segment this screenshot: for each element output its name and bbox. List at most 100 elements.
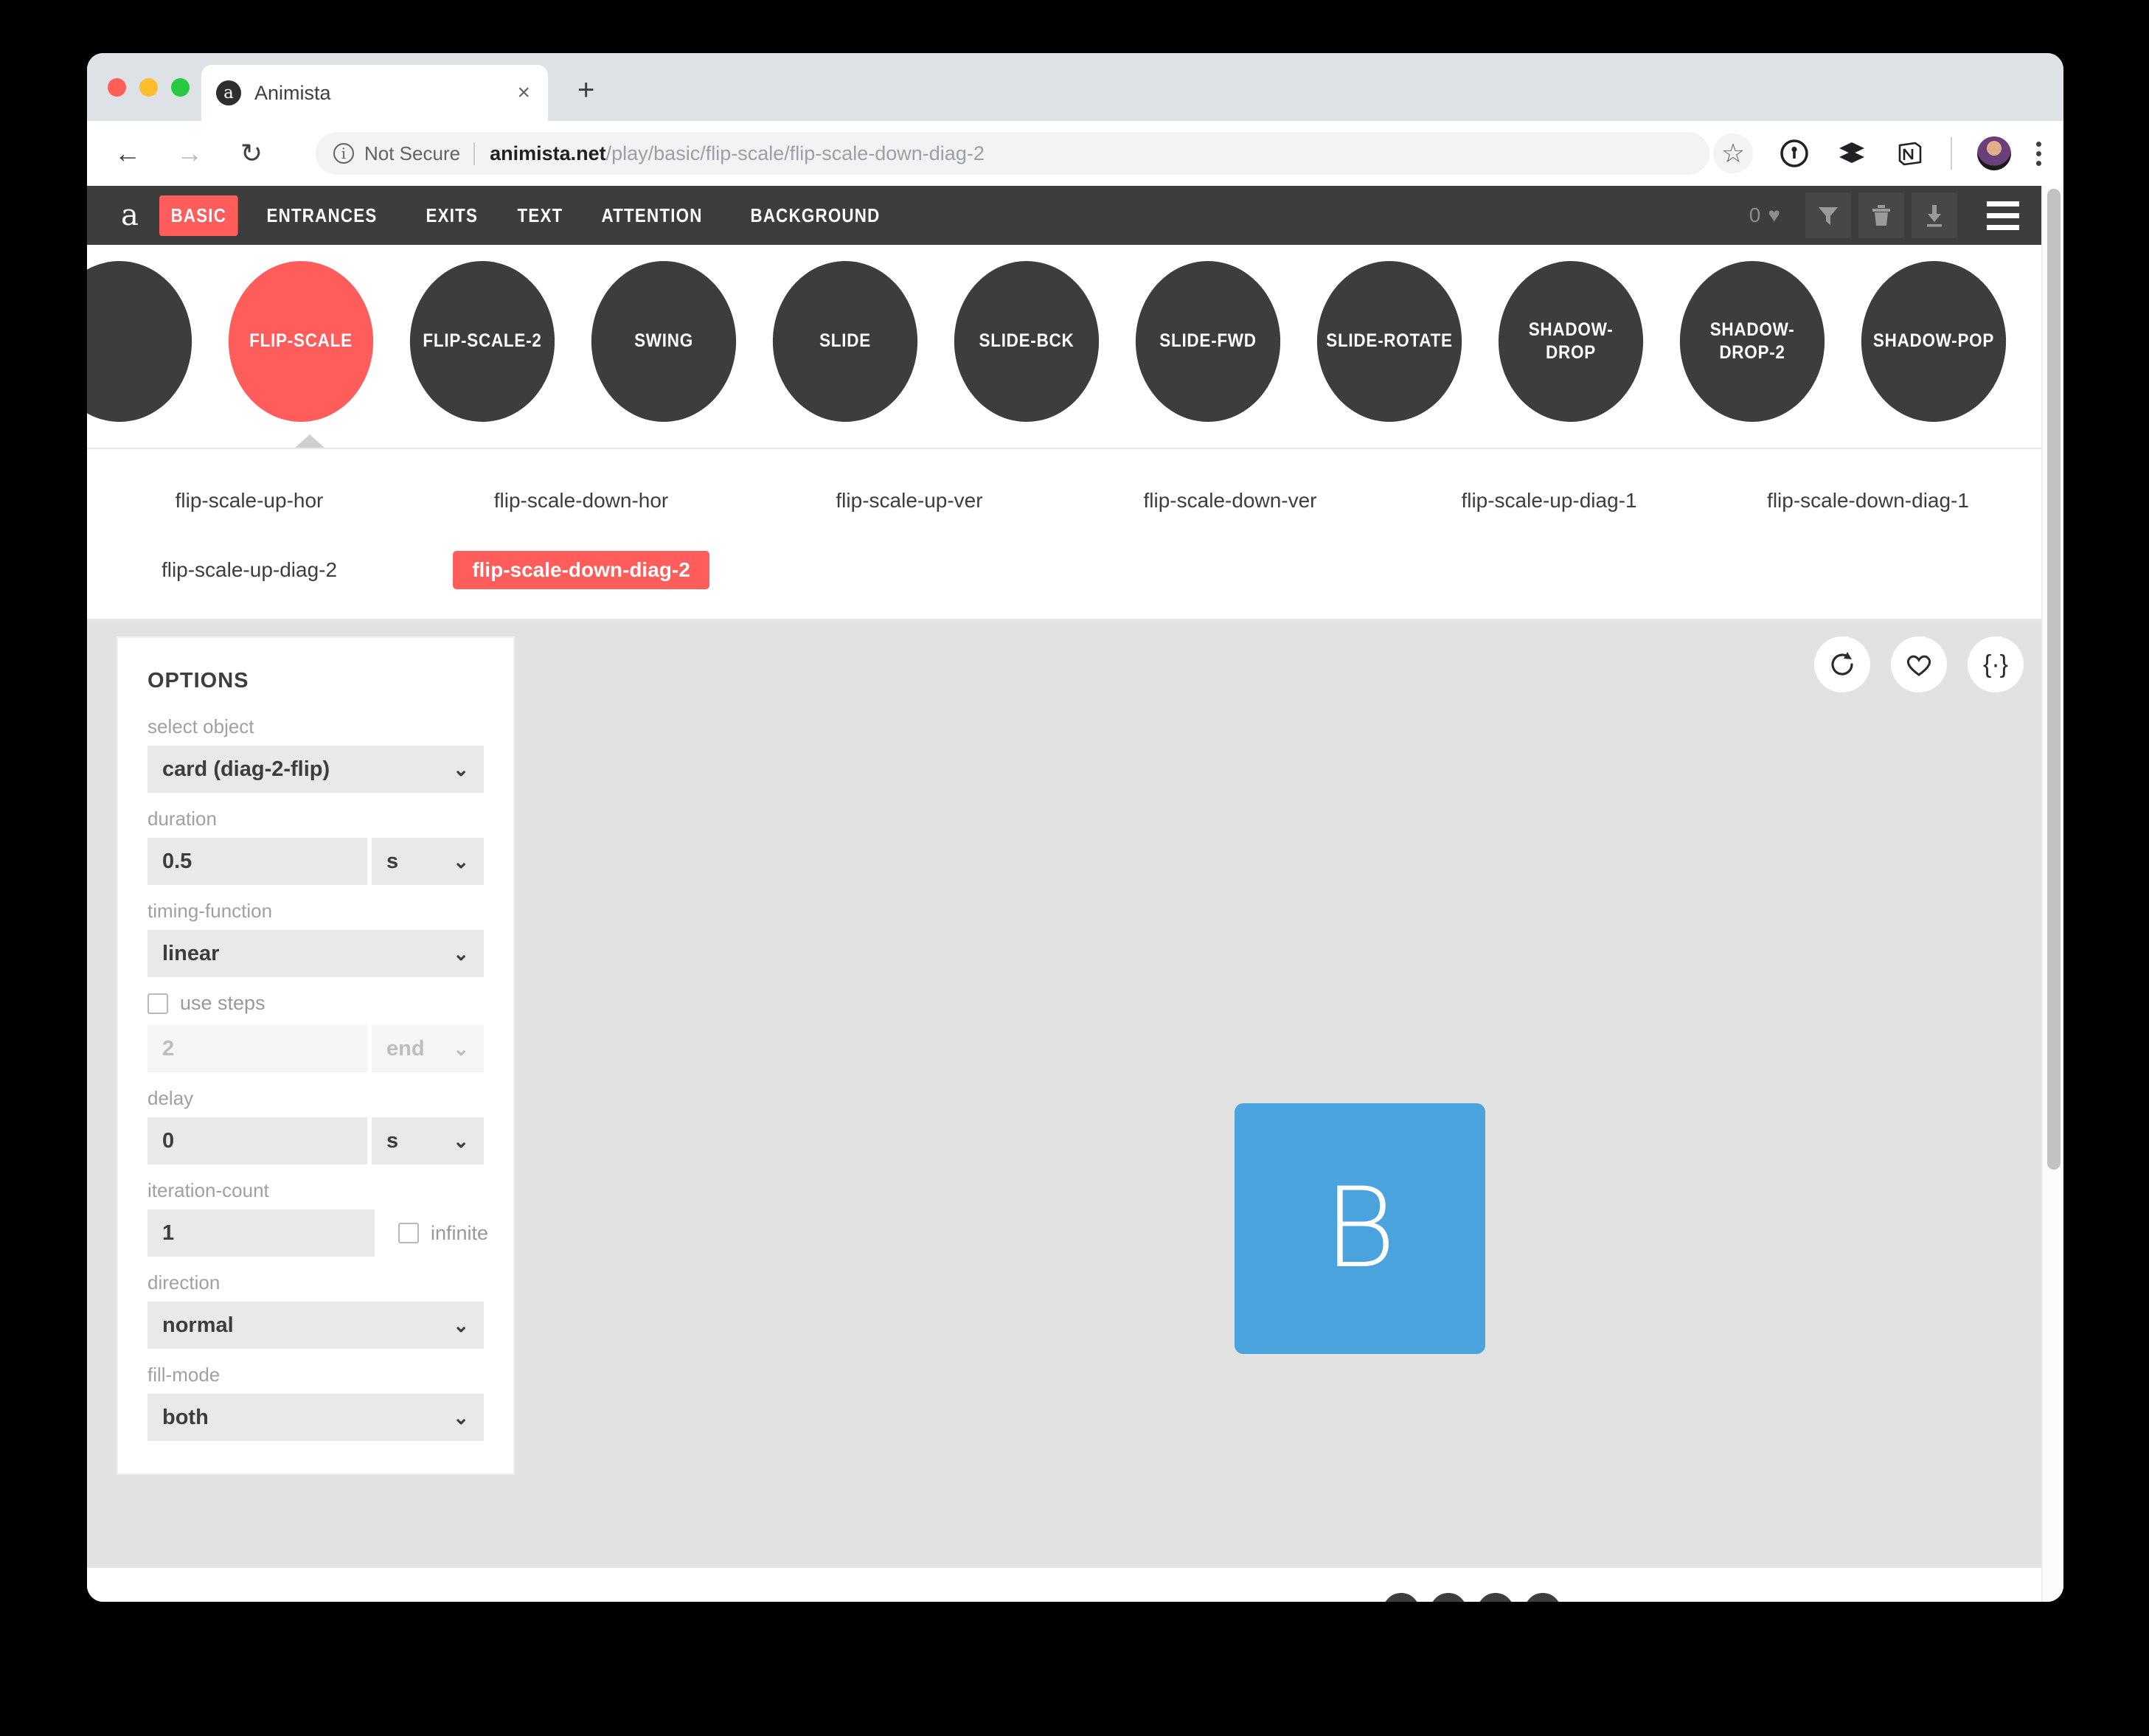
category-circle-swing[interactable]: SWING: [591, 261, 737, 422]
code-button[interactable]: {·}: [1968, 636, 2024, 692]
trash-icon[interactable]: [1858, 192, 1904, 238]
facebook-icon[interactable]: f: [1477, 1593, 1515, 1602]
select-object-value: card (diag-2-flip): [162, 757, 330, 781]
filter-icon[interactable]: [1805, 192, 1851, 238]
scrollbar-thumb[interactable]: [2047, 189, 2061, 1170]
duration-unit-dropdown[interactable]: s ⌄: [372, 838, 484, 885]
sublink-flip-scale-down-diag-1[interactable]: flip-scale-down-diag-1: [1706, 474, 2030, 527]
notion-icon[interactable]: [1893, 137, 1926, 170]
iteration-count-input[interactable]: 1: [147, 1209, 375, 1257]
duration-input[interactable]: 0.5: [147, 838, 367, 885]
category-circle-shadow-drop-2[interactable]: SHADOW- DROP-2: [1679, 261, 1825, 422]
page-scrollbar[interactable]: [2041, 186, 2063, 1602]
footer-contact-link[interactable]: CONTACT: [938, 1601, 1022, 1603]
hamburger-icon[interactable]: [1987, 201, 2019, 230]
iteration-count-field: iteration-count 1 infinite: [147, 1179, 488, 1257]
fill-mode-label: fill-mode: [147, 1364, 221, 1386]
browser-toolbar: ← → ↻ i Not Secure animista.net/play/bas…: [87, 121, 2063, 186]
animista-logo[interactable]: a: [121, 201, 139, 230]
sublink-flip-scale-up-diag-1[interactable]: flip-scale-up-diag-1: [1392, 474, 1706, 527]
nav-tab-basic[interactable]: BASIC: [159, 195, 238, 236]
options-panel: OPTIONS select object card (diag-2-flip)…: [117, 636, 515, 1475]
favorites-counter: 0 ♥: [1749, 204, 1780, 227]
sublink-flip-scale-up-ver[interactable]: flip-scale-up-ver: [751, 474, 1068, 527]
category-circle-flip-scale-2[interactable]: FLIP-SCALE-2: [409, 261, 555, 422]
back-button[interactable]: ←: [106, 132, 149, 175]
nav-tab-entrances[interactable]: ENTRANCES: [255, 195, 389, 236]
security-status: Not Secure: [364, 142, 476, 165]
maximize-window-button[interactable]: [171, 78, 190, 97]
steps-position-value: end: [386, 1036, 425, 1060]
infinite-checkbox-row[interactable]: infinite: [379, 1209, 488, 1257]
delay-unit-value: s: [386, 1128, 399, 1153]
download-icon[interactable]: [1912, 192, 1957, 238]
close-window-button[interactable]: [108, 78, 126, 97]
sublink-flip-scale-down-ver[interactable]: flip-scale-down-ver: [1068, 474, 1392, 527]
nav-tab-text[interactable]: TEXT: [506, 195, 574, 236]
address-bar[interactable]: i Not Secure animista.net/play/basic/fli…: [316, 132, 1709, 175]
kebab-menu-icon[interactable]: [2036, 141, 2041, 166]
category-circle-slide-fwd[interactable]: SLIDE-FWD: [1135, 261, 1281, 422]
infinite-label: infinite: [431, 1221, 489, 1244]
iteration-count-label: iteration-count: [147, 1179, 269, 1201]
browser-tab[interactable]: a Animista ×: [201, 65, 548, 121]
delay-input[interactable]: 0: [147, 1117, 367, 1164]
linkedin-icon[interactable]: in: [1430, 1593, 1468, 1602]
options-title: OPTIONS: [147, 669, 249, 692]
select-object-dropdown[interactable]: card (diag-2-flip) ⌄: [147, 746, 484, 793]
nav-tab-attention[interactable]: ATTENTION: [590, 195, 714, 236]
infinite-checkbox[interactable]: [398, 1223, 419, 1243]
nav-tab-background[interactable]: BACKGROUND: [739, 195, 892, 236]
twitter-icon[interactable]: [1383, 1593, 1420, 1602]
timing-function-dropdown[interactable]: linear ⌄: [147, 930, 484, 977]
delay-label: delay: [147, 1087, 194, 1109]
steps-count-value: 2: [162, 1036, 175, 1060]
sublink-flip-scale-up-diag-2[interactable]: flip-scale-up-diag-2: [87, 544, 412, 597]
steps-count-input[interactable]: 2: [147, 1025, 367, 1072]
sublink-flip-scale-down-diag-2[interactable]: flip-scale-down-diag-2: [412, 544, 751, 597]
delay-field: delay 0 s ⌄: [147, 1087, 484, 1164]
googleplus-icon[interactable]: g+: [1524, 1593, 1562, 1602]
1password-icon[interactable]: [1778, 137, 1810, 170]
forward-button[interactable]: →: [168, 132, 211, 175]
delay-value: 0: [162, 1128, 175, 1153]
category-circle-slide-bck[interactable]: SLIDE-BCK: [954, 261, 1100, 422]
select-object-field: select object card (diag-2-flip) ⌄: [147, 715, 484, 793]
category-circle-shadow-drop[interactable]: SHADOW- DROP: [1498, 261, 1644, 422]
footer-sep: •: [1027, 1601, 1034, 1603]
category-circle-slide[interactable]: SLIDE: [772, 261, 918, 422]
active-category-caret-icon: [295, 434, 324, 448]
steps-position-dropdown[interactable]: end ⌄: [372, 1025, 484, 1072]
category-circle-shadow-pop[interactable]: SHADOW-POP: [1861, 261, 2007, 422]
favorite-button[interactable]: [1891, 636, 1947, 692]
bookmark-star-icon[interactable]: ☆: [1713, 133, 1753, 173]
browser-window: a Animista × + ← → ↻ i Not Secure animis…: [87, 53, 2063, 1602]
buffer-icon[interactable]: [1836, 137, 1868, 170]
footer-subscribe-link[interactable]: SUBSCRIBE: [1039, 1601, 1142, 1603]
close-icon[interactable]: ×: [514, 82, 533, 104]
animation-sublinks: flip-scale-up-hor flip-scale-down-hor fl…: [87, 448, 2063, 620]
use-steps-checkbox-row[interactable]: use steps: [147, 992, 484, 1015]
replay-button[interactable]: [1814, 636, 1870, 692]
footer-author[interactable]: ANA TRAVAS: [751, 1601, 864, 1603]
delay-unit-dropdown[interactable]: s ⌄: [372, 1117, 484, 1164]
info-icon[interactable]: i: [333, 143, 354, 164]
window-controls[interactable]: [108, 78, 190, 97]
fill-mode-field: fill-mode both ⌄: [147, 1364, 484, 1441]
animation-preview-card[interactable]: B: [1235, 1103, 1485, 1354]
category-circle-partial[interactable]: [87, 261, 192, 422]
fill-mode-dropdown[interactable]: both ⌄: [147, 1394, 484, 1441]
sublink-flip-scale-up-hor[interactable]: flip-scale-up-hor: [87, 474, 412, 527]
sublink-flip-scale-down-hor[interactable]: flip-scale-down-hor: [412, 474, 751, 527]
select-object-label: select object: [147, 715, 254, 737]
minimize-window-button[interactable]: [139, 78, 158, 97]
category-circle-flip-scale[interactable]: FLIP-SCALE: [228, 261, 374, 422]
reload-button[interactable]: ↻: [230, 132, 273, 175]
avatar[interactable]: [1977, 136, 2011, 170]
nav-tab-exits[interactable]: EXITS: [414, 195, 490, 236]
direction-dropdown[interactable]: normal ⌄: [147, 1302, 484, 1349]
use-steps-checkbox[interactable]: [147, 993, 168, 1014]
footer-sep: •: [1148, 1601, 1154, 1603]
category-circle-slide-rotate[interactable]: SLIDE-ROTATE: [1316, 261, 1462, 422]
new-tab-button[interactable]: +: [577, 75, 594, 105]
